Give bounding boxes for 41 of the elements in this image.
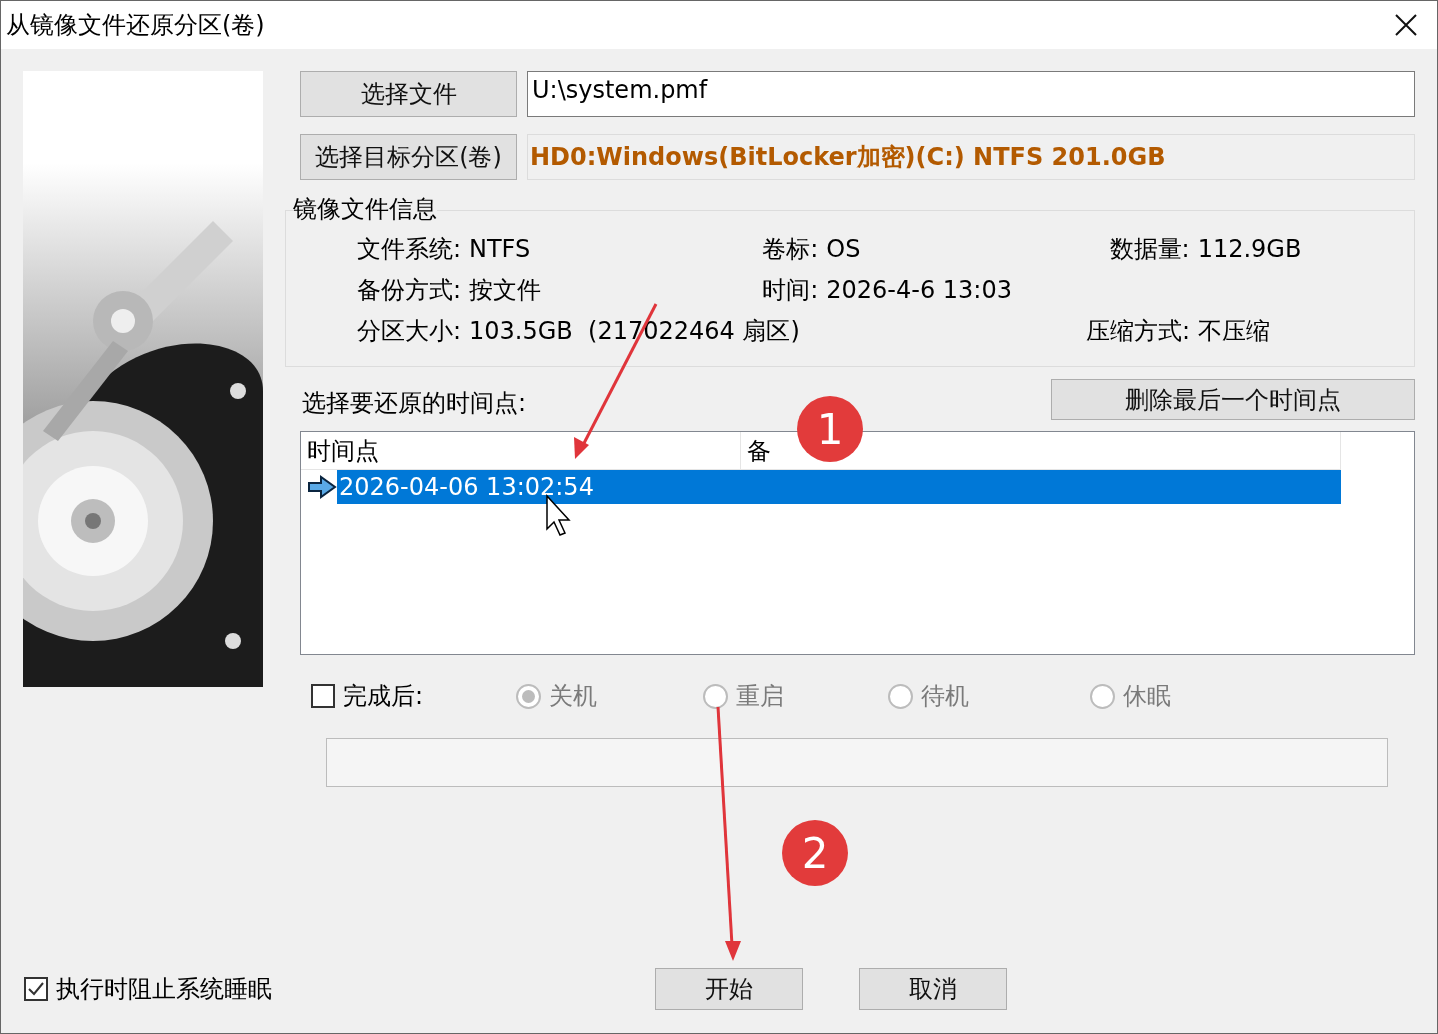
- info-label: 备份方式:: [355, 275, 461, 306]
- radio-button[interactable]: [516, 683, 541, 709]
- info-label: 卷标:: [761, 234, 819, 265]
- radio-button[interactable]: [703, 683, 728, 709]
- arrow-icon: [307, 475, 337, 499]
- radio-button[interactable]: [1090, 683, 1115, 709]
- info-value: 2026-4-6 13:03: [826, 275, 1012, 306]
- checkbox[interactable]: [24, 976, 48, 1001]
- info-label: 分区大小:: [355, 316, 461, 347]
- info-value: 按文件: [469, 275, 541, 306]
- radio-label: 待机: [921, 681, 969, 712]
- window-title: 从镜像文件还原分区(卷): [6, 10, 265, 41]
- target-partition-field: HD0:Windows(BitLocker加密)(C:) NTFS 201.0GB: [527, 134, 1415, 180]
- info-value: 112.9GB: [1197, 234, 1302, 265]
- info-label: 压缩方式:: [1084, 316, 1191, 347]
- checkbox-label: 执行时阻止系统睡眠: [56, 973, 272, 1005]
- cursor-icon: [546, 494, 571, 536]
- info-label: 时间:: [761, 275, 819, 306]
- dialog-button[interactable]: 开始: [655, 967, 803, 1010]
- group-title: 镜像文件信息: [293, 195, 437, 223]
- radio-label: 休眠: [1123, 681, 1171, 712]
- number-badge: 2: [782, 820, 848, 886]
- timepoint-label: 选择要还原的时间点:: [301, 387, 527, 419]
- info-value: NTFS: [469, 234, 531, 265]
- info-label: 文件系统:: [355, 234, 461, 265]
- timepoint-row[interactable]: 2026-04-06 13:02:54: [337, 470, 1341, 504]
- file-path-field[interactable]: U:\system.pmf: [527, 71, 1415, 117]
- select-target-button[interactable]: 选择目标分区(卷): [300, 134, 517, 180]
- radio-button[interactable]: [888, 683, 913, 709]
- select-file-button[interactable]: 选择文件: [300, 71, 517, 117]
- checkbox-label: 完成后:: [343, 681, 424, 712]
- info-value: 不压缩: [1198, 316, 1271, 347]
- close-icon[interactable]: [1395, 14, 1417, 36]
- radio-label: 关机: [549, 681, 597, 712]
- delete-last-timepoint-button[interactable]: 删除最后一个时间点: [1051, 379, 1415, 420]
- radio-label: 重启: [736, 681, 784, 712]
- number-badge: 1: [797, 396, 863, 462]
- dialog-button[interactable]: 取消: [859, 967, 1007, 1010]
- info-value: OS: [826, 234, 861, 265]
- checkbox[interactable]: [311, 684, 335, 708]
- info-label: 数据量:: [1108, 234, 1190, 265]
